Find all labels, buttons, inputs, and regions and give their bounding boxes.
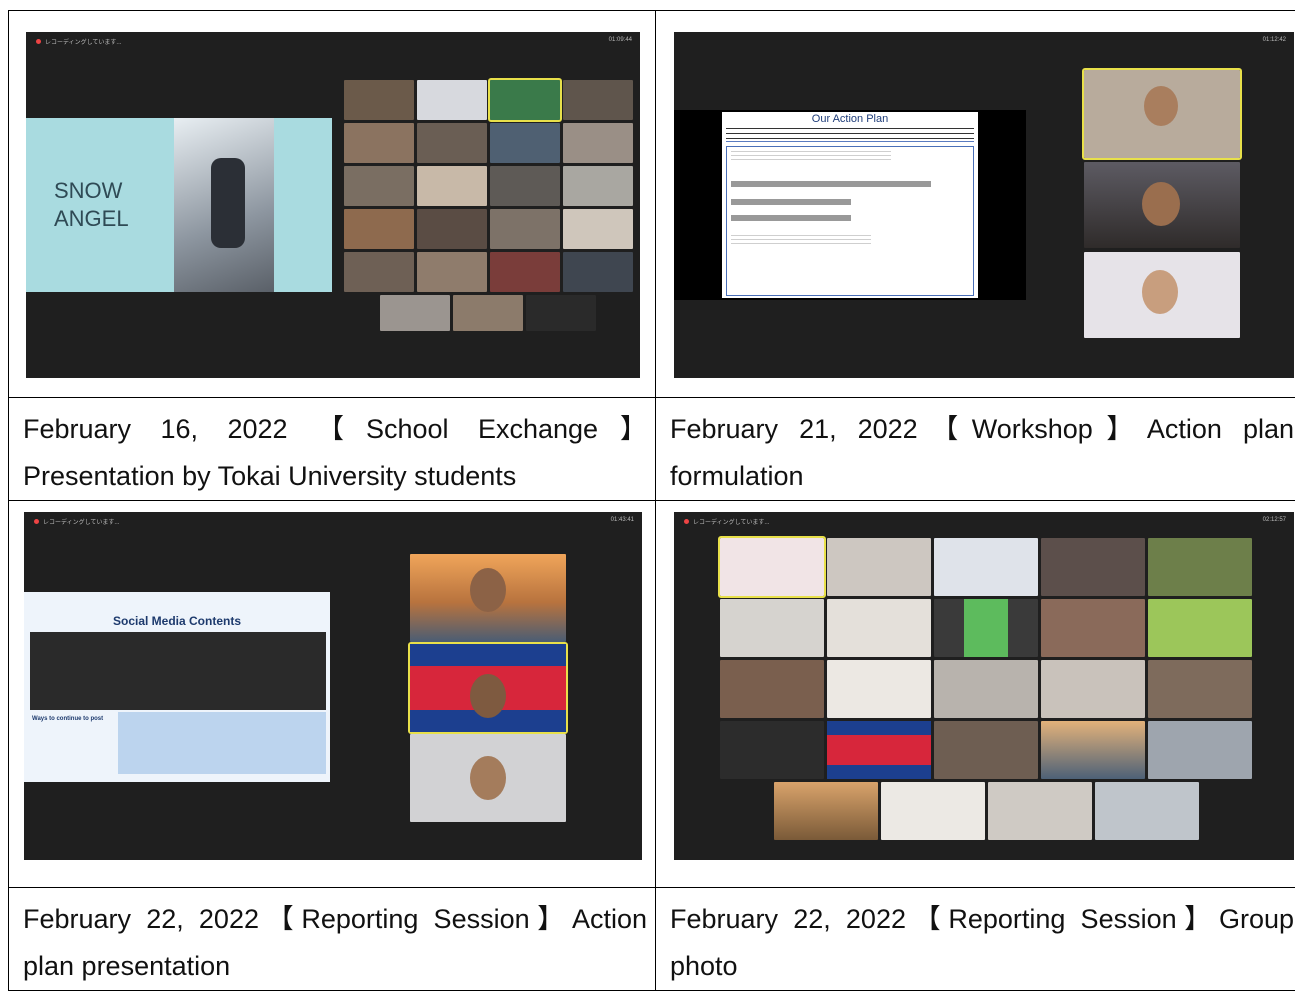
shared-slide: SNOW ANGEL [26,118,332,292]
slide-title-line2: ANGEL [54,206,129,232]
meeting-timer: 01:43:41 [611,517,634,523]
participant-video [563,123,633,163]
participant-video [827,599,931,657]
participant-face [470,568,506,612]
caption-action-plan-presentation: February 22, 2022【Reporting Session】Acti… [23,896,647,990]
participant-video [1095,782,1199,840]
participant-video [934,538,1038,596]
participant-video [563,166,633,206]
participant-video [526,295,596,331]
participant-video [380,295,450,331]
participant-video-active [1084,70,1240,158]
participant-video [417,209,487,249]
participant-video [720,660,824,718]
participant-video [344,166,414,206]
slide-title: Social Media Contents [24,614,330,628]
caption-cell-2: February 21, 2022【Workshop】Action plan f… [656,398,1295,501]
slide-title-line1: SNOW [54,178,122,204]
shared-slide: Social Media Contents Ways to continue t… [24,592,330,782]
participant-video [774,782,878,840]
participant-video [827,660,931,718]
participant-video [344,209,414,249]
participant-video [344,252,414,292]
participant-video [417,252,487,292]
screenshot-group-photo: レコーディングしています... 02:12:57 [674,512,1294,860]
participant-video [563,80,633,120]
shared-slide: Our Action Plan [674,110,1026,300]
caption-cell-1: February 16, 2022 【School Exchange】 Pres… [9,398,656,501]
participant-video [1041,660,1145,718]
participant-video [1041,721,1145,779]
participant-video-active [720,538,824,596]
caption-workshop: February 21, 2022【Workshop】Action plan f… [670,406,1294,500]
participant-video [881,782,985,840]
caption-school-exchange: February 16, 2022 【School Exchange】 Pres… [23,406,647,500]
participant-video [988,782,1092,840]
caption-cell-3: February 22, 2022【Reporting Session】Acti… [9,888,656,991]
participant-video [417,166,487,206]
participant-video [1041,538,1145,596]
side-heading: Ways to continue to post [32,716,103,722]
participant-video [344,80,414,120]
participant-video [490,166,560,206]
slide-title: Our Action Plan [722,113,978,125]
record-icon [684,519,689,524]
participant-video [417,80,487,120]
participant-video [827,721,931,779]
participant-video [720,721,824,779]
screenshot-social-media: レコーディングしています... 01:43:41 Social Media Co… [24,512,642,860]
participant-face [470,674,506,718]
participant-video [934,660,1038,718]
participant-video-active [410,644,566,732]
caption-cell-4: February 22, 2022【Reporting Session】Grou… [656,888,1295,991]
participant-video [417,123,487,163]
meeting-timer: 02:12:57 [1263,517,1286,523]
record-icon [36,39,41,44]
participant-video [1148,538,1252,596]
participant-video [720,599,824,657]
participant-video-active [490,80,560,120]
caption-group-photo: February 22, 2022【Reporting Session】Grou… [670,896,1294,990]
participant-video [1148,721,1252,779]
participant-video [490,209,560,249]
participant-video [490,123,560,163]
participant-video [827,538,931,596]
participant-video [1148,599,1252,657]
participant-video [1084,162,1240,248]
participant-video [1148,660,1252,718]
recording-indicator: レコーディングしています... [684,517,769,526]
participant-face [470,756,506,800]
meeting-timer: 01:09:44 [609,37,632,43]
record-icon [34,519,39,524]
participant-video [410,734,566,822]
meeting-timer: 01:12:42 [1263,37,1286,43]
screenshot-workshop: 01:12:42 Our Action Plan [674,32,1294,378]
participant-video [563,252,633,292]
participant-video [490,252,560,292]
participant-video [934,599,1038,657]
participant-face [1142,182,1180,226]
participant-face [1142,270,1178,314]
participant-face [1144,86,1178,126]
participant-video [453,295,523,331]
recording-indicator: レコーディングしています... [34,517,119,526]
participant-video [1084,252,1240,338]
participant-video [410,554,566,642]
recording-indicator: レコーディングしています... [36,37,121,46]
screenshot-snow-angel: レコーディングしています... 01:09:44 SNOW ANGEL [26,32,640,378]
participant-video [563,209,633,249]
participant-video [344,123,414,163]
participant-video [934,721,1038,779]
participant-video [1041,599,1145,657]
